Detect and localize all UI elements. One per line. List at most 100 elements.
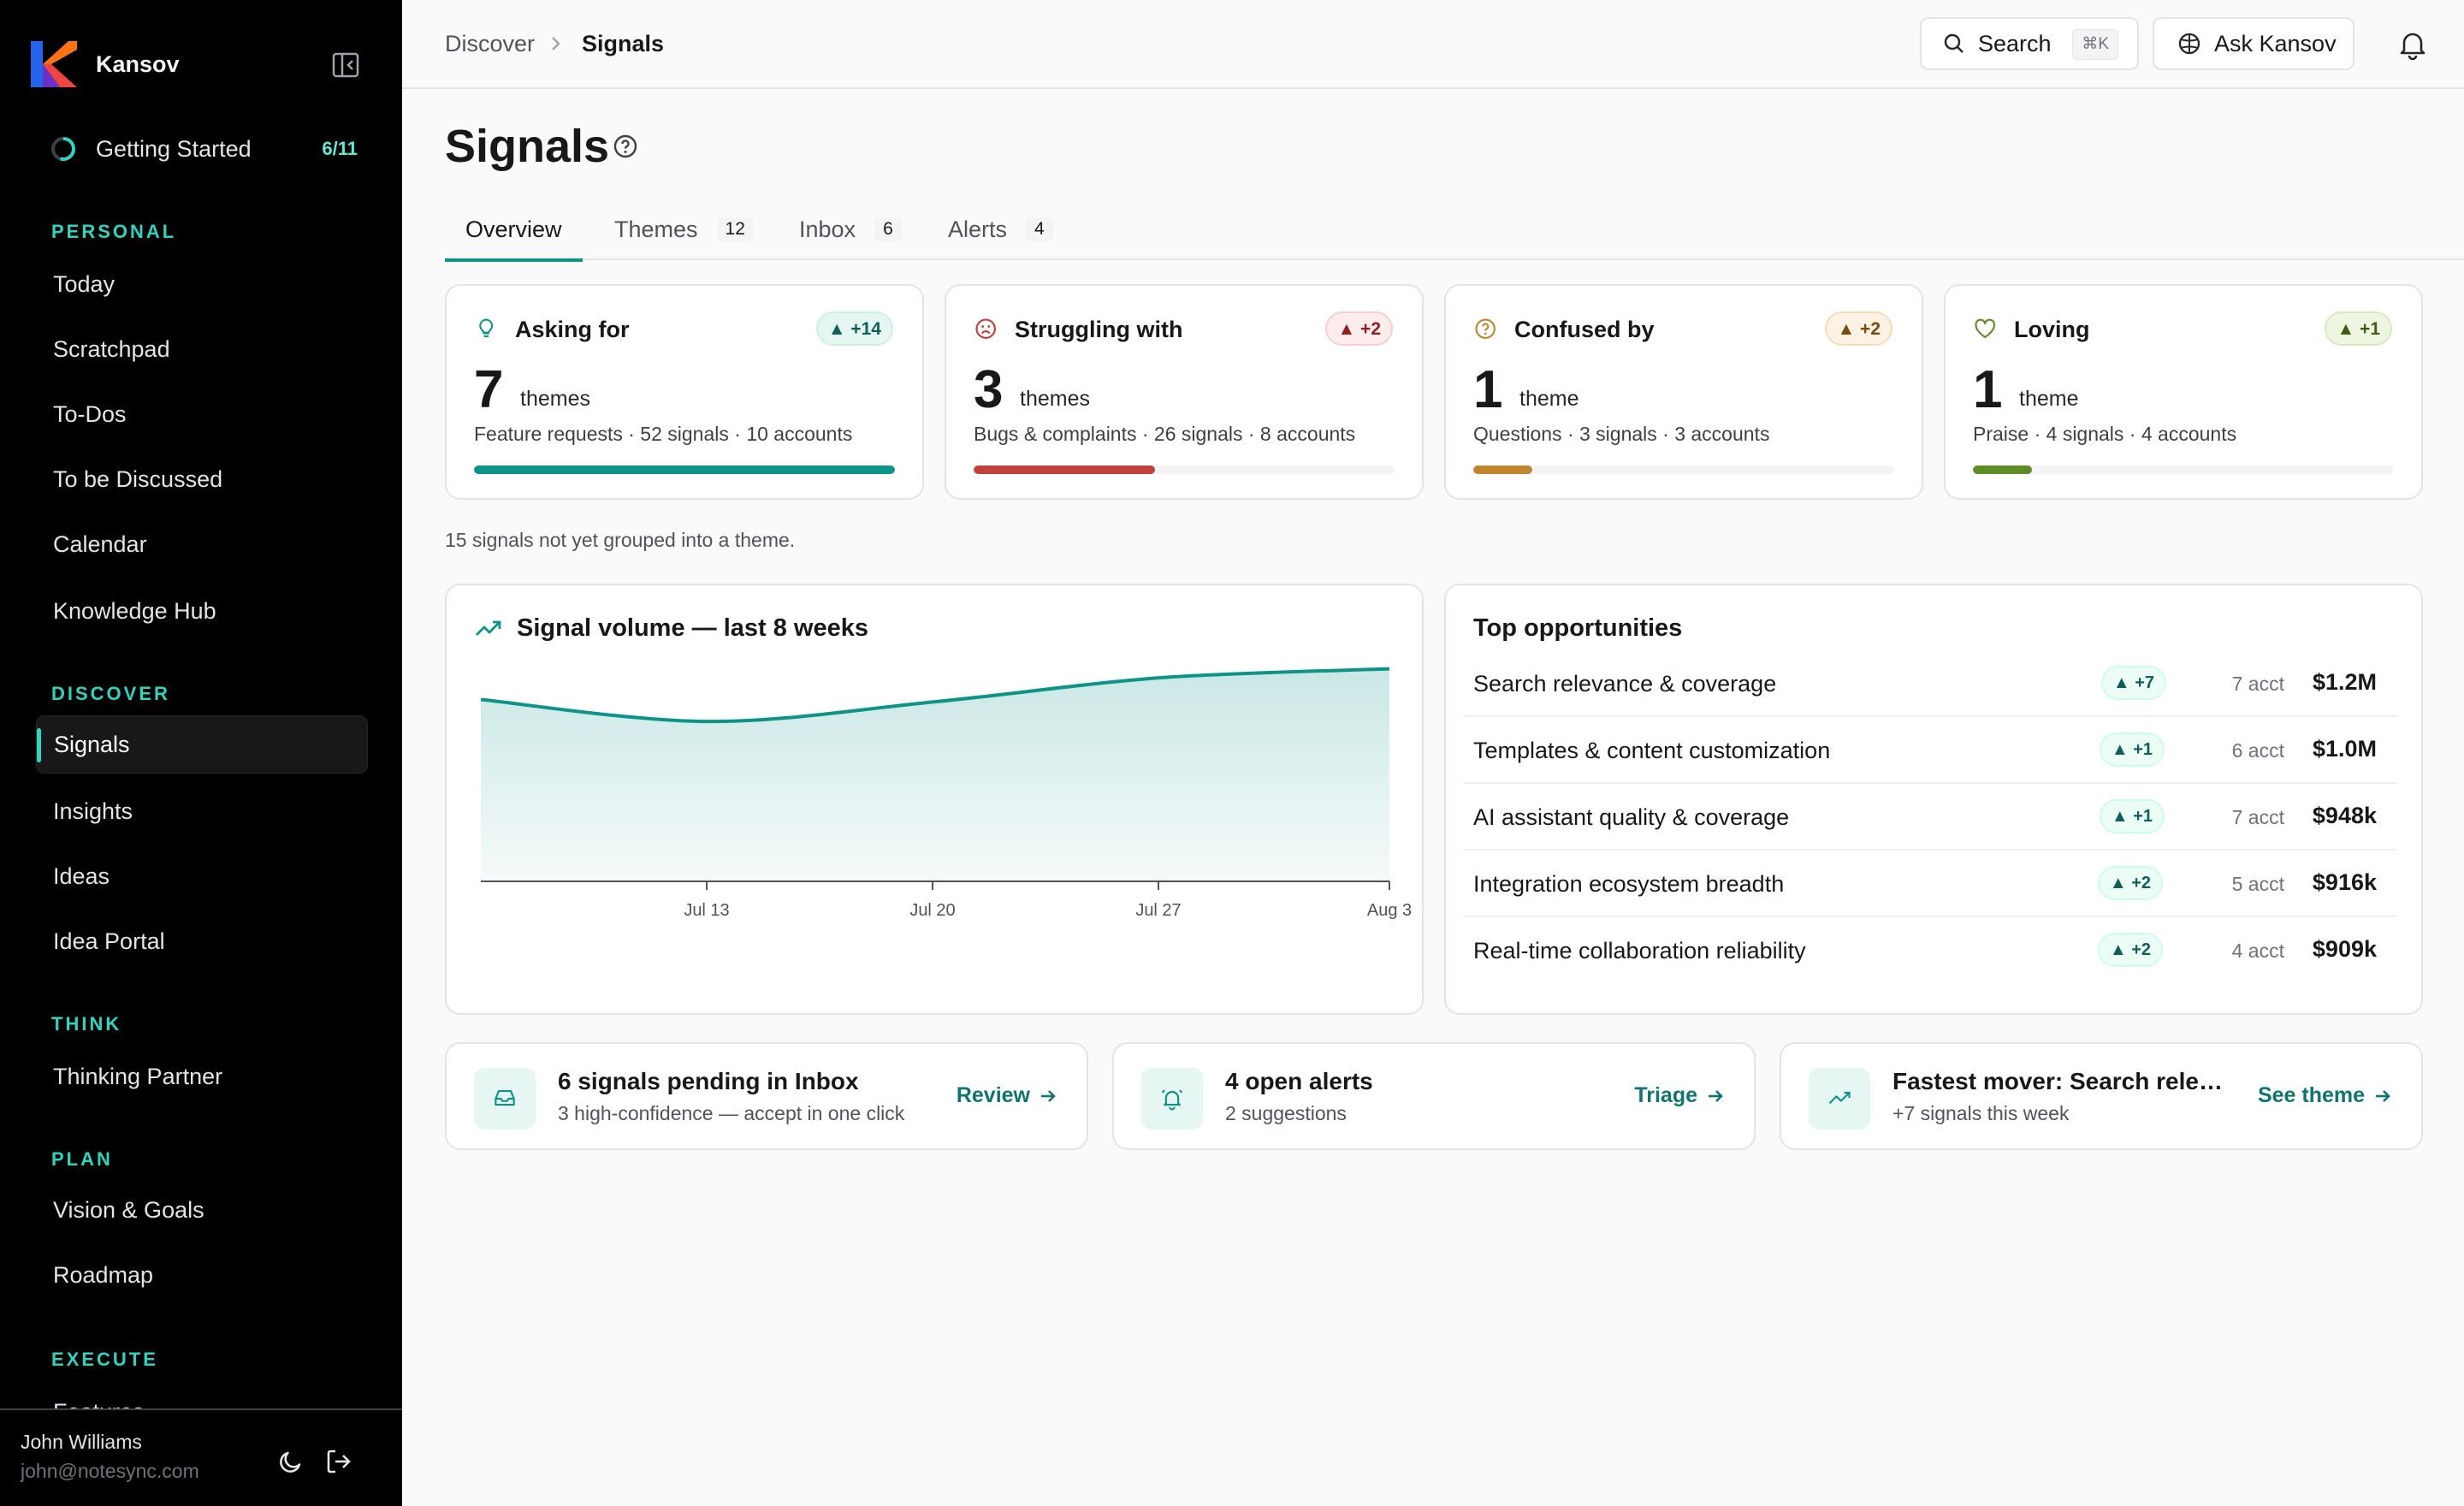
opportunity-delta-badge: ▲ +2 bbox=[2097, 866, 2163, 900]
sidebar-item-signals[interactable]: Signals bbox=[36, 715, 368, 774]
tab-alerts[interactable]: Alerts 4 bbox=[927, 199, 1074, 260]
lightbulb-icon bbox=[474, 317, 501, 344]
stat-delta-badge: ▲ +2 bbox=[1825, 311, 1892, 346]
opportunities-title: Top opportunities bbox=[1473, 614, 1683, 642]
heart-icon bbox=[1973, 317, 2000, 344]
stat-progress-fill bbox=[974, 465, 1155, 474]
sidebar-collapse-icon[interactable] bbox=[330, 51, 361, 79]
opportunity-delta-badge: ▲ +2 bbox=[2097, 933, 2163, 967]
opportunity-row[interactable]: Integration ecosystem breadth ▲ +2 5 acc… bbox=[1463, 851, 2397, 917]
action-link[interactable]: Review bbox=[957, 1083, 1057, 1108]
stat-title: Confused by bbox=[1514, 317, 1655, 342]
notification-bell-icon[interactable] bbox=[2396, 27, 2430, 62]
stat-description: Feature requests · 52 signals · 10 accou… bbox=[474, 423, 853, 445]
chart-x-tick-label: Jul 13 bbox=[684, 901, 729, 920]
alarm-bell-icon bbox=[1161, 1089, 1183, 1111]
opportunity-accounts: 7 acct bbox=[2231, 806, 2284, 828]
opportunity-row[interactable]: Search relevance & coverage ▲ +7 7 acct … bbox=[1463, 650, 2397, 717]
opportunity-value: $909k bbox=[2312, 936, 2377, 962]
action-card-triage: 4 open alerts 2 suggestions Triage bbox=[1112, 1042, 1756, 1150]
action-link[interactable]: See theme bbox=[2258, 1083, 2392, 1108]
stat-progress-bar bbox=[474, 465, 895, 474]
sidebar-item-scratchpad[interactable]: Scratchpad bbox=[36, 320, 368, 378]
opportunity-value: $1.2M bbox=[2312, 669, 2377, 695]
sidebar-item-thinking-partner[interactable]: Thinking Partner bbox=[36, 1047, 368, 1106]
tab-themes[interactable]: Themes 12 bbox=[594, 199, 774, 260]
stat-card-confused-by[interactable]: Confused by ▲ +2 1 theme Questions · 3 s… bbox=[1444, 284, 1923, 500]
opportunity-delta-badge: ▲ +1 bbox=[2099, 732, 2165, 767]
moon-icon[interactable] bbox=[275, 1446, 306, 1477]
tab-overview[interactable]: Overview bbox=[445, 199, 583, 262]
inbox-icon-tile bbox=[474, 1068, 536, 1130]
tabs: Overview Themes 12 Inbox 6 Alerts 4 bbox=[445, 199, 2464, 262]
arrow-right-icon bbox=[2376, 1089, 2390, 1102]
opportunity-value: $916k bbox=[2312, 869, 2377, 895]
stat-progress-bar bbox=[1473, 465, 1894, 474]
stat-progress-fill bbox=[474, 465, 895, 474]
opportunity-accounts: 7 acct bbox=[2231, 673, 2284, 695]
lightbulb-icon bbox=[479, 318, 494, 338]
opportunity-name: Templates & content customization bbox=[1473, 738, 1831, 763]
sidebar-item-knowledge-hub[interactable]: Knowledge Hub bbox=[36, 582, 368, 640]
action-card-see-theme: Fastest mover: Search releva... +7 signa… bbox=[1780, 1042, 2423, 1150]
action-link[interactable]: Triage bbox=[1634, 1083, 1725, 1108]
opportunity-value: $948k bbox=[2312, 803, 2377, 828]
question-circle-icon bbox=[1475, 318, 1496, 339]
search-button[interactable]: Search ⌘K bbox=[1920, 17, 2139, 70]
tab-count: 12 bbox=[716, 217, 754, 241]
tab-count: 4 bbox=[1026, 217, 1053, 241]
user-name: John Williams bbox=[21, 1431, 142, 1453]
tab-inbox[interactable]: Inbox 6 bbox=[779, 199, 922, 260]
logout-icon[interactable] bbox=[323, 1446, 354, 1477]
arrow-right-icon bbox=[1709, 1089, 1723, 1102]
action-card-review: 6 signals pending in Inbox 3 high-confid… bbox=[445, 1042, 1088, 1150]
sidebar-item-ideas[interactable]: Ideas bbox=[36, 847, 368, 905]
stat-unit: theme bbox=[2019, 387, 2079, 411]
help-circle-icon[interactable] bbox=[613, 133, 638, 159]
stat-delta-badge: ▲ +14 bbox=[815, 311, 893, 346]
search-shortcut: ⌘K bbox=[2072, 29, 2118, 60]
stat-card-asking-for[interactable]: Asking for ▲ +14 7 themes Feature reques… bbox=[445, 284, 924, 500]
getting-started-label: Getting Started bbox=[96, 135, 252, 162]
sidebar-item-today[interactable]: Today bbox=[36, 255, 368, 313]
sidebar-item-calendar[interactable]: Calendar bbox=[36, 515, 368, 573]
stat-title: Struggling with bbox=[1015, 317, 1183, 342]
nav-section-think: THINK bbox=[51, 1013, 122, 1035]
opportunity-name: Real-time collaboration reliability bbox=[1473, 938, 1806, 963]
action-title: 4 open alerts bbox=[1225, 1068, 1373, 1094]
getting-started-item[interactable]: Getting Started 6/11 bbox=[50, 130, 358, 168]
sidebar-item-vision-goals[interactable]: Vision & Goals bbox=[36, 1181, 368, 1239]
signal-volume-card: Signal volume — last 8 weeks Jul 13 Jul 2… bbox=[445, 584, 1424, 1015]
stat-description: Bugs & complaints · 26 signals · 8 accou… bbox=[974, 423, 1356, 445]
ask-kansov-button[interactable]: Ask Kansov bbox=[2153, 17, 2354, 70]
opportunity-accounts: 4 acct bbox=[2231, 940, 2284, 962]
user-email: john@notesync.com bbox=[21, 1460, 199, 1482]
ungrouped-note: 15 signals not yet grouped into a theme. bbox=[445, 529, 796, 551]
opportunity-row[interactable]: Real-time collaboration reliability ▲ +2… bbox=[1463, 917, 2397, 984]
brand[interactable]: Kansov bbox=[31, 41, 180, 87]
sidebar-item-insights[interactable]: Insights bbox=[36, 782, 368, 840]
sidebar-item-idea-portal[interactable]: Idea Portal bbox=[36, 912, 368, 970]
opportunity-name: Integration ecosystem breadth bbox=[1473, 871, 1785, 897]
breadcrumb-discover[interactable]: Discover bbox=[445, 31, 535, 57]
trending-up-icon-tile bbox=[1809, 1068, 1870, 1130]
frown-icon bbox=[975, 318, 996, 339]
opportunity-value: $1.0M bbox=[2312, 736, 2377, 762]
opportunity-row[interactable]: AI assistant quality & coverage ▲ +1 7 a… bbox=[1463, 784, 2397, 851]
stat-progress-fill bbox=[1473, 465, 1532, 474]
opportunity-row[interactable]: Templates & content customization ▲ +1 6… bbox=[1463, 717, 2397, 784]
heart-icon bbox=[1975, 318, 1996, 339]
breadcrumb-signals: Signals bbox=[582, 31, 665, 56]
trending-up-icon bbox=[1828, 1091, 1851, 1105]
page-title: Signals bbox=[445, 121, 610, 172]
opportunity-name: Search relevance & coverage bbox=[1473, 671, 1777, 697]
tab-count: 6 bbox=[874, 217, 902, 241]
sidebar-item-todos[interactable]: To-Dos bbox=[36, 385, 368, 443]
arrow-right-icon bbox=[1041, 1089, 1056, 1102]
nav-section-personal: PERSONAL bbox=[51, 221, 177, 242]
stat-card-struggling-with[interactable]: Struggling with ▲ +2 3 themes Bugs & com… bbox=[945, 284, 1424, 500]
progress-ring-icon bbox=[51, 137, 75, 161]
stat-card-loving[interactable]: Loving ▲ +1 1 theme Praise · 4 signals ·… bbox=[1944, 284, 2423, 500]
sidebar-item-roadmap[interactable]: Roadmap bbox=[36, 1246, 368, 1304]
sidebar-item-to-be-discussed[interactable]: To be Discussed bbox=[36, 450, 368, 508]
